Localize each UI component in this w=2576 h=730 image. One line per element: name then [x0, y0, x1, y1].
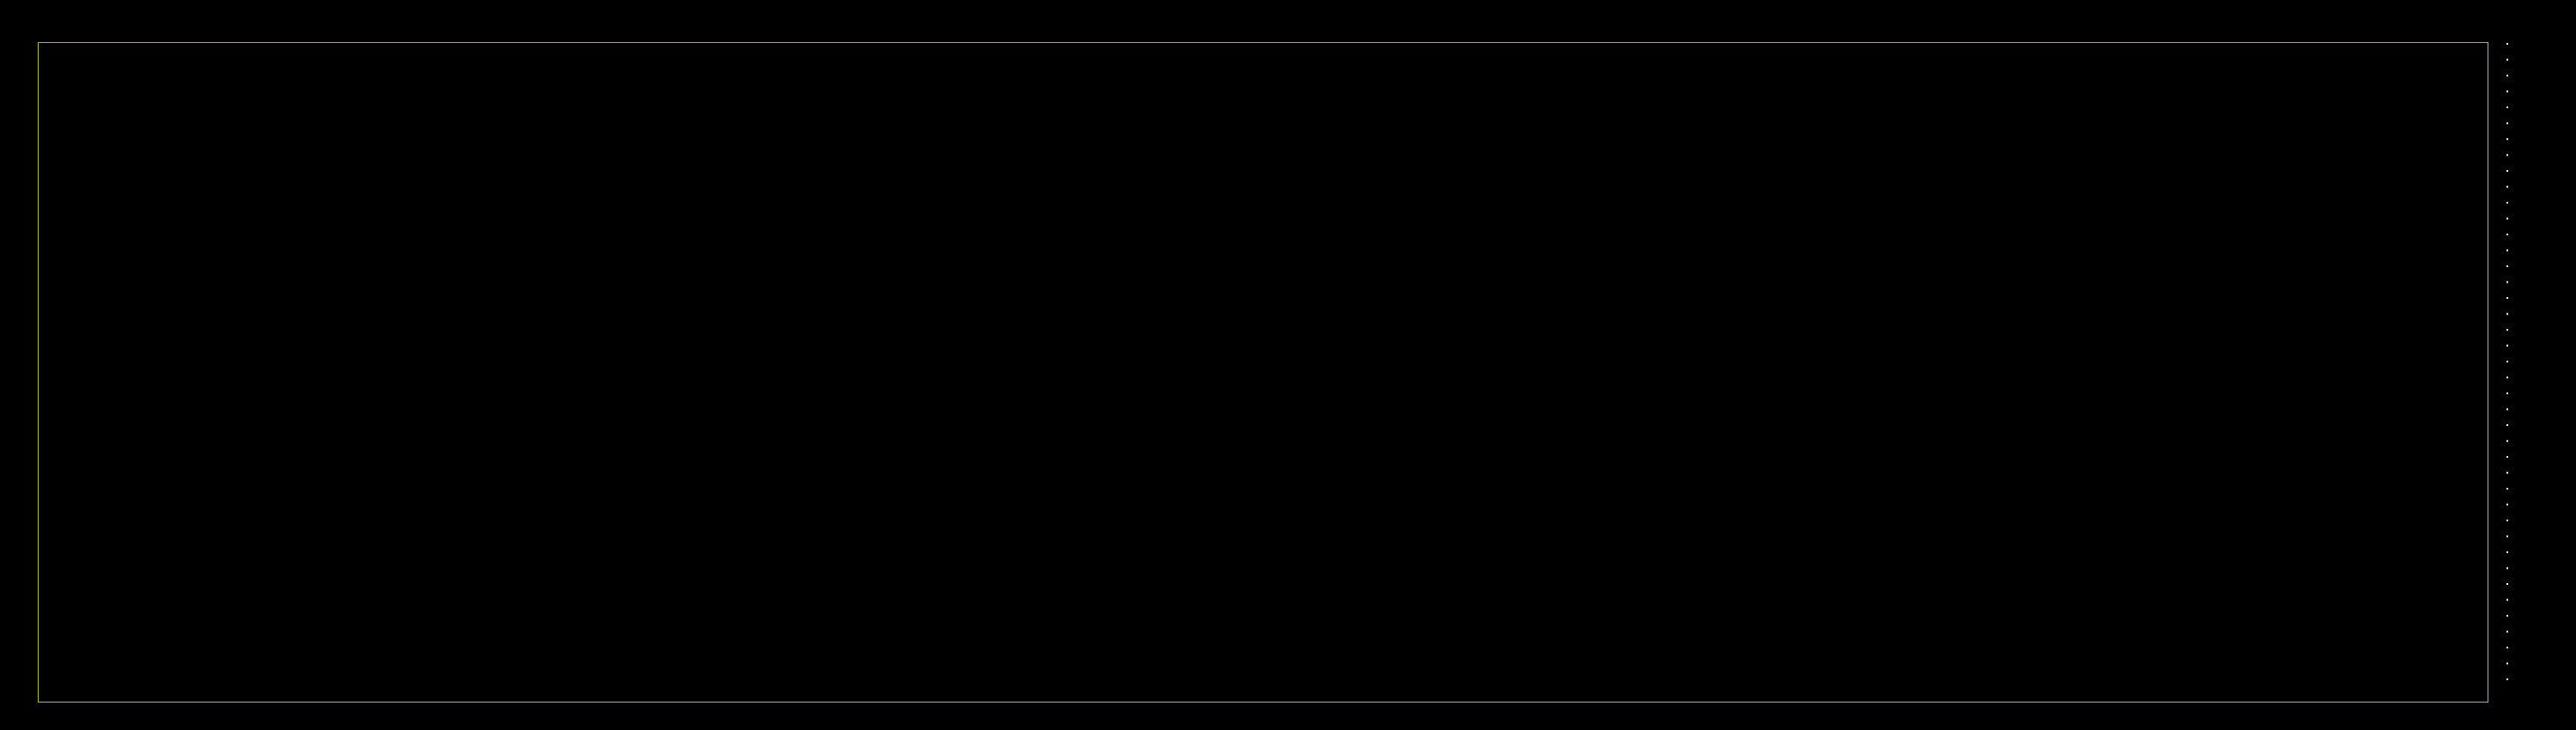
plot-area — [38, 42, 2488, 703]
app-root — [0, 0, 2576, 730]
colorbar — [2506, 43, 2525, 694]
colorbar-tick-marks — [2506, 43, 2508, 694]
grid-overlay-canvas — [39, 43, 2488, 702]
